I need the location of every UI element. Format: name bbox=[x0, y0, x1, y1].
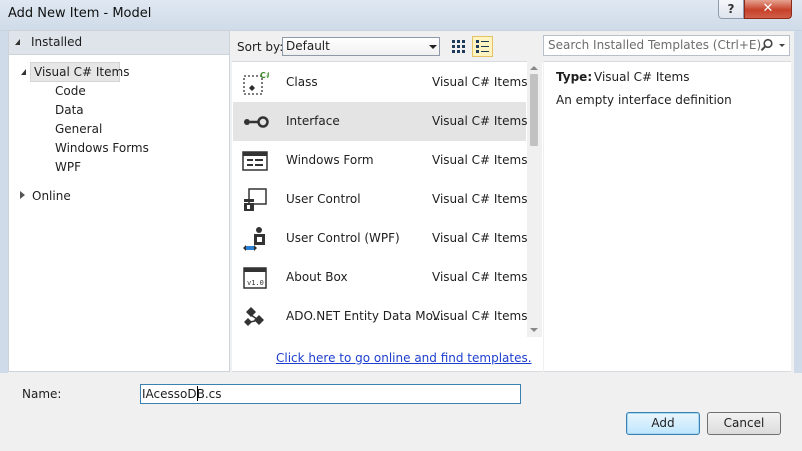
tree-item-label: Visual C# Items bbox=[34, 65, 130, 79]
template-name: User Control (WPF) bbox=[286, 231, 400, 245]
installed-label: Installed bbox=[31, 35, 83, 49]
search-placeholder: Search Installed Templates (Ctrl+E) bbox=[548, 38, 762, 52]
template-type: Visual C# Items bbox=[432, 192, 528, 206]
template-name: User Control bbox=[286, 192, 361, 206]
template-type: Visual C# Items bbox=[432, 309, 528, 323]
medium-icons-view-button[interactable] bbox=[448, 36, 468, 56]
template-item-class[interactable]: C# Class Visual C# Items bbox=[233, 63, 528, 102]
name-field-value: IAcessoDB.cs bbox=[142, 387, 222, 401]
type-value: Visual C# Items bbox=[594, 70, 690, 84]
tree-item-code[interactable]: Code bbox=[55, 84, 86, 98]
interface-icon bbox=[244, 116, 269, 128]
template-description: An empty interface definition bbox=[556, 93, 732, 107]
expanded-triangle-icon bbox=[15, 39, 20, 45]
template-name: ADO.NET Entity Data Mo... bbox=[286, 309, 445, 323]
template-item-interface[interactable]: Interface Visual C# Items bbox=[233, 102, 528, 141]
template-name: About Box bbox=[286, 270, 348, 284]
close-button[interactable]: ✕ bbox=[744, 0, 792, 19]
help-button[interactable]: ? bbox=[718, 0, 744, 19]
tree-item-general[interactable]: General bbox=[55, 122, 102, 136]
template-item-windows-form[interactable]: Windows Form Visual C# Items bbox=[233, 141, 528, 180]
tree-item-wpf[interactable]: WPF bbox=[55, 160, 81, 174]
tree-item-windows-forms[interactable]: Windows Forms bbox=[55, 141, 149, 155]
user-control-wpf-icon bbox=[243, 227, 265, 251]
windows-form-icon bbox=[242, 151, 268, 171]
about-box-icon: v1.0 bbox=[243, 267, 267, 289]
installed-header[interactable]: Installed bbox=[9, 31, 229, 55]
scroll-down-arrow-icon[interactable] bbox=[530, 328, 538, 332]
list-view-icon bbox=[476, 40, 489, 53]
expanded-triangle-icon[interactable] bbox=[21, 69, 26, 75]
window-title: Add New Item - Model bbox=[8, 6, 152, 21]
grid-view-icon bbox=[452, 40, 465, 53]
scrollbar-thumb[interactable] bbox=[530, 74, 538, 146]
template-type: Visual C# Items bbox=[432, 270, 528, 284]
template-type: Visual C# Items bbox=[432, 75, 528, 89]
details-pane bbox=[544, 61, 791, 372]
user-control-icon bbox=[244, 188, 267, 211]
tree-item-online[interactable]: Online bbox=[32, 189, 71, 203]
text-caret bbox=[197, 386, 198, 401]
template-item-user-control[interactable]: User Control Visual C# Items bbox=[233, 180, 528, 219]
chevron-down-icon bbox=[429, 45, 437, 49]
search-options-chevron-icon[interactable] bbox=[779, 44, 785, 47]
template-item-user-control-wpf[interactable]: User Control (WPF) Visual C# Items bbox=[233, 219, 528, 258]
template-name: Class bbox=[286, 75, 318, 89]
collapsed-triangle-icon[interactable] bbox=[20, 191, 25, 199]
sort-by-label: Sort by: bbox=[237, 40, 284, 54]
scroll-up-arrow-icon[interactable] bbox=[530, 66, 538, 70]
template-type: Visual C# Items bbox=[432, 114, 528, 128]
name-label: Name: bbox=[22, 387, 62, 401]
type-label: Type: bbox=[556, 70, 593, 84]
online-templates-link[interactable]: Click here to go online and find templat… bbox=[276, 351, 532, 365]
template-item-entity-data-model[interactable]: ADO.NET Entity Data Mo... Visual C# Item… bbox=[233, 297, 528, 336]
sort-dropdown-value: Default bbox=[286, 39, 330, 53]
entity-data-model-icon bbox=[244, 307, 264, 326]
cancel-button[interactable]: Cancel bbox=[707, 412, 781, 435]
search-icon[interactable] bbox=[760, 38, 774, 56]
class-icon: C# bbox=[243, 71, 269, 95]
svg-text:v1.0: v1.0 bbox=[247, 279, 264, 287]
template-name: Windows Form bbox=[286, 153, 374, 167]
template-item-about-box[interactable]: v1.0 About Box Visual C# Items bbox=[233, 258, 528, 297]
svg-text:C#: C# bbox=[260, 71, 269, 80]
tree-item-data[interactable]: Data bbox=[55, 103, 84, 117]
template-type: Visual C# Items bbox=[432, 153, 528, 167]
template-type: Visual C# Items bbox=[432, 231, 528, 245]
list-view-button[interactable] bbox=[472, 36, 493, 57]
template-name: Interface bbox=[286, 114, 340, 128]
add-button[interactable]: Add bbox=[626, 412, 700, 435]
